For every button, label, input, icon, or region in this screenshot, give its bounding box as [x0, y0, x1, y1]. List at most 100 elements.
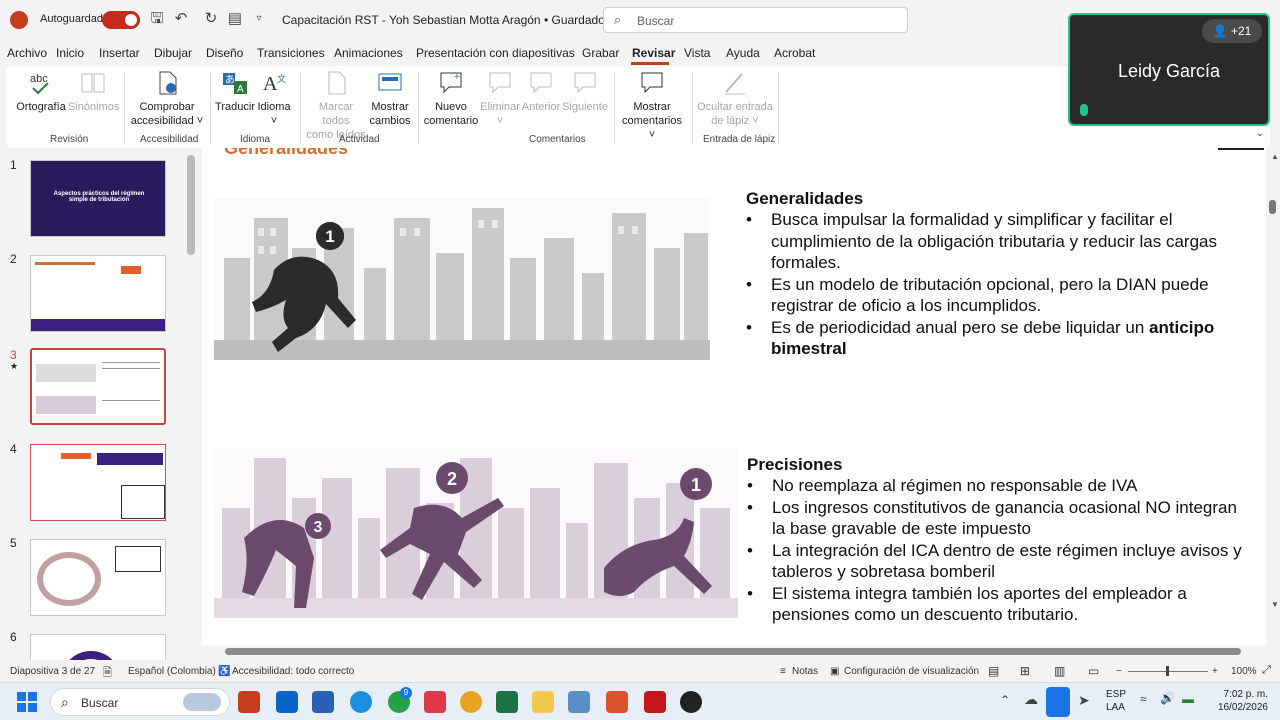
- scroll-up-icon[interactable]: ▲: [1271, 152, 1279, 161]
- word-taskbar-icon[interactable]: [312, 691, 334, 713]
- clock-time[interactable]: 7:02 p. m.: [1214, 689, 1268, 700]
- input-lang-1[interactable]: ESP: [1106, 689, 1126, 700]
- tab-dibujar[interactable]: Dibujar: [154, 46, 192, 60]
- windows-start-icon[interactable]: [16, 691, 38, 713]
- save-icon[interactable]: 🖫: [148, 10, 166, 28]
- normal-view-icon[interactable]: ▤: [988, 664, 999, 678]
- app-taskbar-icon[interactable]: [606, 691, 628, 713]
- powerpoint-taskbar-icon[interactable]: [238, 691, 260, 713]
- slideshow-icon[interactable]: ▭: [1088, 664, 1099, 678]
- present-icon[interactable]: ▤: [226, 10, 244, 28]
- spellcheck-status-icon[interactable]: 🗎: [103, 664, 112, 683]
- slide-sorter-icon[interactable]: ⊞: [1020, 664, 1030, 678]
- previous-comment-button[interactable]: Anterior: [520, 70, 562, 114]
- show-changes-button[interactable]: Mostrar cambios: [368, 70, 412, 128]
- fit-to-window-icon[interactable]: ⤢: [1262, 664, 1271, 677]
- zoom-level[interactable]: 100%: [1231, 666, 1257, 677]
- next-comment-label: Siguiente: [562, 101, 608, 113]
- slide-thumbnail-4[interactable]: [30, 444, 166, 521]
- zoom-slider-thumb[interactable]: [1166, 666, 1169, 676]
- undo-icon[interactable]: ↶: [172, 10, 190, 28]
- tab-presentacion[interactable]: Presentación con diapositivas: [416, 46, 575, 60]
- tab-inicio[interactable]: Inicio: [56, 46, 84, 60]
- scroll-thumb[interactable]: [1269, 200, 1276, 214]
- hide-ink-button[interactable]: Ocultar entrada de lápiz ˅: [696, 70, 774, 128]
- vertical-scrollbar[interactable]: ▲ ▼: [1266, 148, 1280, 646]
- input-lang-2[interactable]: LAA: [1106, 702, 1125, 713]
- show-changes-label-1: Mostrar: [371, 101, 409, 113]
- file-explorer-taskbar-icon[interactable]: [532, 691, 554, 713]
- slide-thumbnail-2[interactable]: [30, 255, 166, 332]
- tab-ayuda[interactable]: Ayuda: [726, 46, 760, 60]
- microphone-tray-icon[interactable]: [1046, 687, 1070, 717]
- tab-grabar[interactable]: Grabar: [582, 46, 619, 60]
- slide-thumbnail-3[interactable]: [30, 348, 166, 425]
- tray-chevron-icon[interactable]: ⌃: [1000, 693, 1010, 707]
- redo-icon[interactable]: ↻: [202, 10, 220, 28]
- search-box[interactable]: ⌕ Buscar: [603, 7, 908, 33]
- tab-transiciones[interactable]: Transiciones: [257, 46, 325, 60]
- taskbar-search[interactable]: ⌕ Buscar: [50, 688, 230, 716]
- spelling-button[interactable]: abc Ortografía: [12, 70, 70, 114]
- precisiones-bullet: No reemplaza al régimen no responsable d…: [747, 475, 1247, 497]
- ribbon-collapse-icon[interactable]: ⌄: [1256, 128, 1264, 139]
- volume-icon[interactable]: 🔊: [1160, 691, 1175, 705]
- accessibility-status-icon: ♿: [218, 666, 231, 677]
- slide-thumbnail-5[interactable]: [30, 539, 166, 616]
- thumbnail-scrollbar[interactable]: [187, 155, 195, 255]
- chrome-taskbar-icon[interactable]: [460, 691, 482, 713]
- accessibility-status[interactable]: Accesibilidad: todo correcto: [232, 666, 354, 677]
- tab-diseno[interactable]: Diseño: [206, 46, 243, 60]
- language-status[interactable]: Español (Colombia): [128, 666, 216, 677]
- thesaurus-button[interactable]: Sinónimos: [68, 70, 119, 114]
- send-icon[interactable]: ➤: [1078, 692, 1090, 709]
- wifi-icon[interactable]: ≈: [1140, 692, 1147, 706]
- horizontal-scrollbar[interactable]: [225, 648, 1241, 655]
- tab-insertar[interactable]: Insertar: [99, 46, 140, 60]
- notes-button[interactable]: Notas: [792, 666, 818, 677]
- translate-icon: あA: [222, 70, 248, 96]
- document-title[interactable]: Capacitación RST - Yoh Sebastian Motta A…: [282, 13, 605, 27]
- outlook-taskbar-icon[interactable]: [276, 691, 298, 713]
- acrobat-taskbar-icon[interactable]: [644, 691, 666, 713]
- tab-acrobat[interactable]: Acrobat: [774, 46, 815, 60]
- calculator-taskbar-icon[interactable]: [568, 691, 590, 713]
- app-taskbar-icon[interactable]: [680, 691, 702, 713]
- thumb-line: [35, 262, 95, 265]
- zoom-in-icon[interactable]: +: [1212, 666, 1218, 677]
- generalidades-textbox[interactable]: Generalidades Busca impulsar la formalid…: [746, 188, 1246, 360]
- view-settings-button[interactable]: Configuración de visualización: [844, 666, 979, 677]
- delete-comment-button[interactable]: Eliminar ˅: [480, 70, 520, 128]
- reading-view-icon[interactable]: ▥: [1054, 664, 1065, 678]
- mark-all-read-button[interactable]: Marcar todos como leídos: [304, 70, 368, 142]
- next-comment-button[interactable]: Siguiente: [562, 70, 608, 114]
- translate-button[interactable]: あA Traducir: [214, 70, 256, 114]
- ribbon-separator: [614, 72, 615, 144]
- battery-icon[interactable]: ▬: [1182, 692, 1194, 706]
- clock-date[interactable]: 16/02/2026: [1210, 702, 1268, 713]
- anydesk-taskbar-icon[interactable]: [424, 691, 446, 713]
- customize-qat-icon[interactable]: ▿: [250, 10, 268, 28]
- check-accessibility-button[interactable]: Comprobar accesibilidad ˅: [130, 70, 204, 128]
- autosave-toggle[interactable]: [102, 11, 140, 29]
- precisiones-textbox[interactable]: Precisiones No reemplaza al régimen no r…: [747, 454, 1247, 626]
- previous-comment-label: Anterior: [521, 101, 561, 113]
- show-comments-button[interactable]: Mostrar comentarios ˅: [618, 70, 686, 142]
- video-call-panel[interactable]: 👤 +21 Leidy García: [1068, 13, 1270, 126]
- tab-vista[interactable]: Vista: [684, 46, 710, 60]
- scroll-down-icon[interactable]: ▼: [1271, 600, 1279, 609]
- tab-revisar[interactable]: Revisar: [632, 46, 675, 60]
- edge-taskbar-icon[interactable]: [350, 691, 372, 713]
- language-button[interactable]: A文 Idioma ˅: [256, 70, 292, 128]
- participants-badge[interactable]: 👤 +21: [1202, 19, 1262, 43]
- slide-canvas[interactable]: Generalidades 1 Generalidades Busca impu…: [202, 148, 1266, 646]
- tab-animaciones[interactable]: Animaciones: [334, 46, 403, 60]
- group-label-accesibilidad: Accesibilidad: [140, 134, 199, 145]
- slide-thumbnail-6[interactable]: [30, 634, 166, 660]
- zoom-out-icon[interactable]: −: [1116, 666, 1122, 677]
- new-comment-button[interactable]: + Nuevo comentario: [422, 70, 480, 128]
- slide-thumbnail-1[interactable]: Aspectos prácticos del régimen simple de…: [30, 160, 166, 237]
- onedrive-icon[interactable]: ☁: [1024, 691, 1038, 708]
- tab-archivo[interactable]: Archivo: [7, 46, 47, 60]
- excel-taskbar-icon[interactable]: [496, 691, 518, 713]
